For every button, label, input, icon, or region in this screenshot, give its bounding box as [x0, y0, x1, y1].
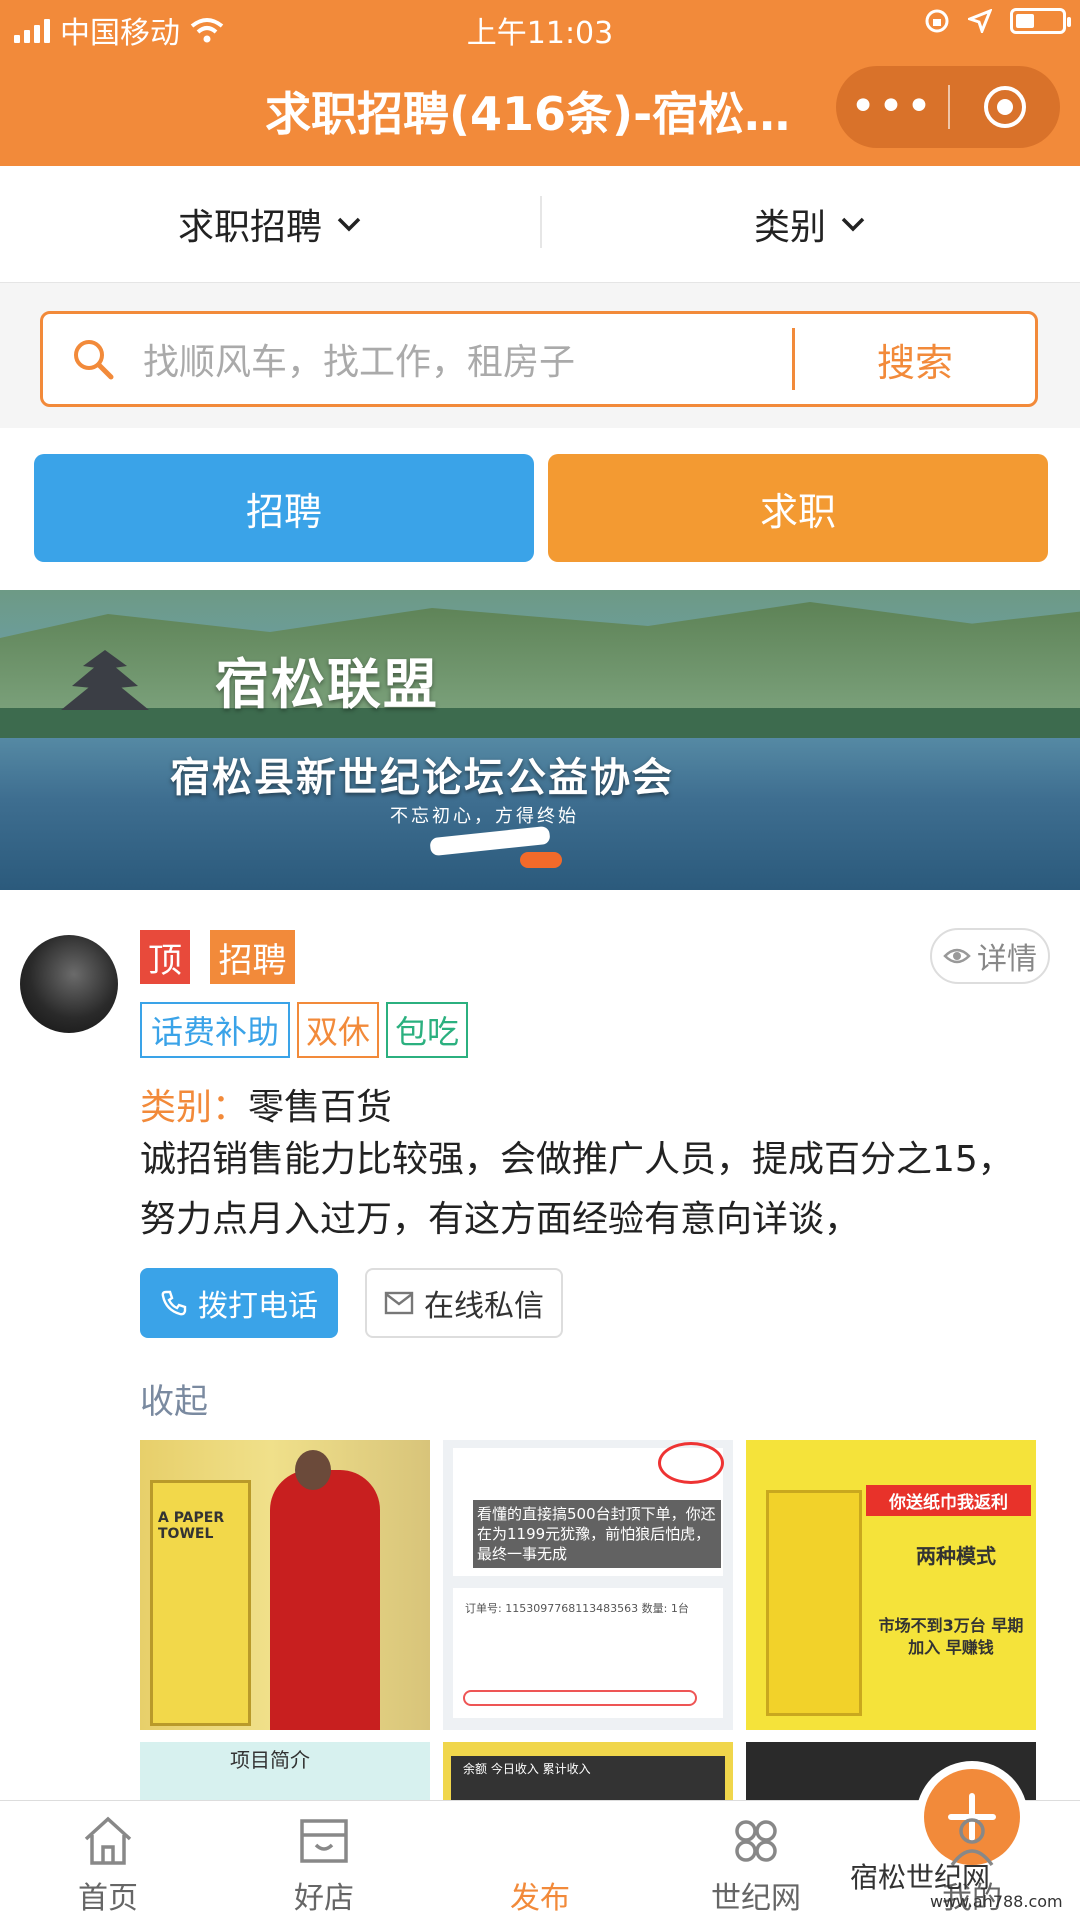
detail-label: 详情 [977, 942, 1037, 977]
post-type-badge: 招聘 [210, 930, 295, 984]
home-icon [84, 1816, 132, 1865]
search-section: 找顺风车，找工作，租房子 搜索 [0, 283, 1080, 428]
more-icon[interactable]: ••• [836, 66, 948, 148]
message-button[interactable]: 在线私信 [365, 1268, 563, 1338]
call-label: 拨打电话 [198, 1289, 318, 1324]
chevron-down-icon [841, 217, 865, 232]
filter-type-dropdown[interactable]: 类别 [540, 166, 1080, 282]
image-caption: 余额 今日收入 累计收入 [463, 1762, 591, 1776]
rotation-lock-icon [925, 9, 949, 33]
post-image[interactable]: 余额 今日收入 累计收入 [443, 1742, 733, 1800]
filter-divider [540, 196, 542, 248]
watermark-url: www.ah788.com [930, 1892, 1063, 1911]
tab-label: 世纪网 [711, 1881, 801, 1916]
tab-label: 发布 [510, 1881, 570, 1916]
post-image[interactable]: 看懂的直接搞500台封顶下单，你还在为1199元犹豫，前怕狼后怕虎，最终一事无成… [443, 1440, 733, 1730]
post-image[interactable]: A PAPER TOWEL [140, 1440, 430, 1730]
tab-publish[interactable]: 发布 [432, 1769, 1020, 1921]
title-bar: 求职招聘(416条)-宿松… ••• [0, 56, 1080, 166]
benefit-tag: 包吃 [386, 1002, 468, 1058]
towel-machine [766, 1490, 862, 1716]
red-dress [270, 1470, 380, 1730]
banner-shore [0, 708, 1080, 738]
filter-label: 求职招聘 [177, 207, 322, 248]
status-right [924, 8, 1071, 34]
message-label: 在线私信 [424, 1289, 544, 1324]
image-caption: 项目简介 [230, 1748, 310, 1772]
chevron-down-icon [337, 217, 361, 232]
tab-store[interactable]: 好店 [216, 1801, 432, 1921]
circle-mark [658, 1442, 724, 1484]
category-key: 类别： [140, 1087, 249, 1128]
battery-icon [1010, 8, 1071, 34]
post-image[interactable]: 项目简介 [140, 1742, 430, 1800]
search-input[interactable]: 找顺风车，找工作，租房子 [143, 333, 792, 385]
post-category: 类别：零售百货 [140, 1078, 392, 1130]
post-description: 诚招销售能力比较强，会做推广人员，提成百分之15，努力点月入过万，有这方面经验有… [140, 1139, 1014, 1240]
filter-label: 类别 [753, 207, 826, 248]
post-card: 顶 招聘 详情 话费补助 双休 包吃 类别：零售百货 诚招销售能力比较强，会做推… [0, 890, 1080, 1800]
pinned-badge: 顶 [140, 930, 190, 984]
tab-home[interactable]: 首页 [0, 1801, 216, 1921]
banner-carousel[interactable]: 宿松联盟 宿松县新世纪论坛公益协会 不忘初心，方得终始 [0, 590, 1080, 890]
miniapp-capsule: ••• [836, 66, 1060, 148]
post-image[interactable]: 你送纸巾我返利 两种模式 市场不到3万台 早期加入 早赚钱 [746, 1440, 1036, 1730]
image-caption: 看懂的直接搞500台封顶下单，你还在为1199元犹豫，前怕狼后怕虎，最终一事无成 [473, 1500, 721, 1568]
carousel-indicator[interactable] [520, 852, 562, 868]
image-caption: 订单号: 1153097768113483563 数量: 1台 [465, 1602, 689, 1615]
mail-icon [384, 1291, 414, 1315]
avatar[interactable] [20, 935, 118, 1033]
location-icon [968, 9, 992, 33]
banner-subtitle: 宿松县新世纪论坛公益协会 [170, 755, 674, 801]
close-target-icon[interactable] [950, 84, 1060, 130]
eye-icon [943, 948, 971, 964]
banner-title: 宿松联盟 [215, 653, 439, 716]
search-icon [43, 337, 143, 381]
image-caption: A PAPER TOWEL [158, 1510, 225, 1542]
benefit-tag: 双休 [297, 1002, 379, 1058]
category-value: 零售百货 [248, 1087, 393, 1128]
page-title: 求职招聘(416条)-宿松… [265, 87, 791, 141]
image-caption: 你送纸巾我返利 [866, 1485, 1031, 1516]
filter-category-dropdown[interactable]: 求职招聘 [0, 166, 540, 282]
tab-label: 首页 [78, 1881, 138, 1916]
tab-century[interactable]: 世纪网 [648, 1801, 864, 1921]
banner-mountains [0, 602, 1080, 710]
call-button[interactable]: 拨打电话 [140, 1268, 338, 1338]
detail-button[interactable]: 详情 [930, 928, 1050, 984]
watermark-text: 宿松世纪网 [850, 1861, 991, 1894]
grid-icon [735, 1820, 777, 1862]
image-caption: 两种模式 [916, 1544, 996, 1568]
job-seek-button[interactable]: 求职 [548, 454, 1048, 562]
status-bar: 中国移动 上午11:03 [0, 0, 1080, 56]
action-buttons: 招聘 求职 [0, 428, 1080, 590]
scribble-mark [463, 1690, 697, 1706]
model-head [295, 1450, 331, 1490]
store-icon [300, 1819, 348, 1863]
search-button[interactable]: 搜索 [795, 332, 1035, 387]
search-box: 找顺风车，找工作，租房子 搜索 [40, 311, 1038, 407]
benefit-tag: 话费补助 [140, 1002, 290, 1058]
filter-bar: 求职招聘 类别 [0, 166, 1080, 283]
collapse-link[interactable]: 收起 [140, 1374, 208, 1423]
image-caption: 市场不到3万台 早期加入 早赚钱 [878, 1616, 1024, 1657]
banner-slogan: 不忘初心，方得终始 [390, 806, 579, 827]
recruit-button[interactable]: 招聘 [34, 454, 534, 562]
phone-icon [161, 1290, 187, 1316]
tab-label: 好店 [294, 1881, 354, 1916]
status-time: 上午11:03 [466, 16, 614, 51]
